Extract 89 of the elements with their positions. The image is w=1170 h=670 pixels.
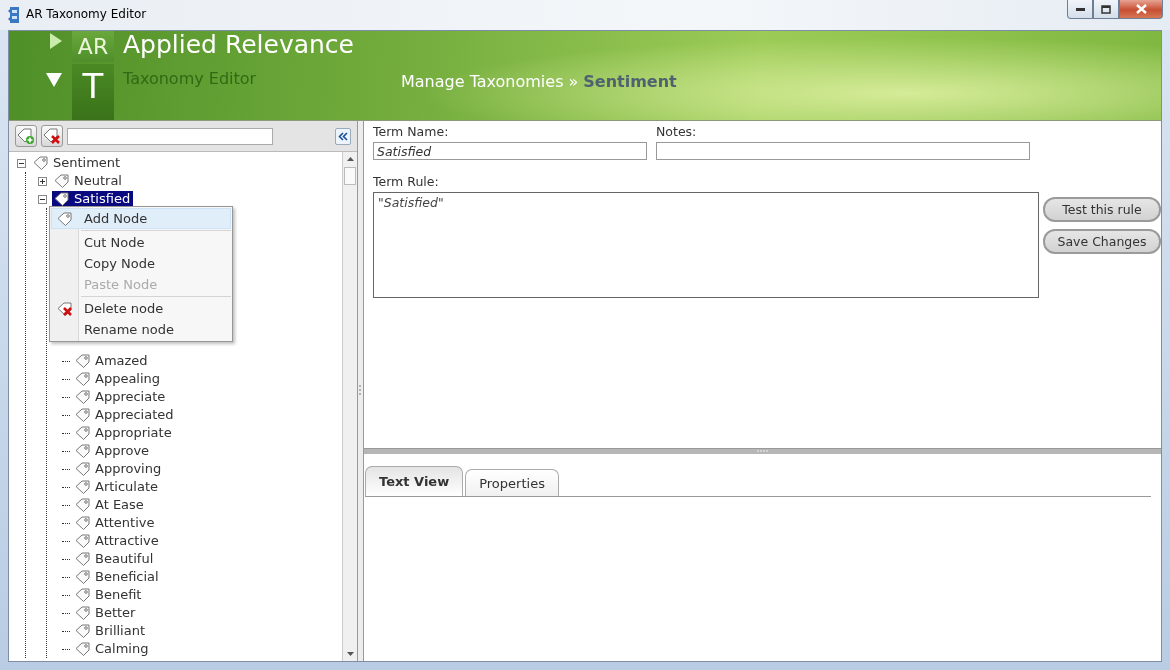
tag-icon [75, 390, 91, 404]
scroll-down-icon [346, 652, 354, 656]
scroll-up-icon [346, 157, 354, 161]
close-icon [1135, 4, 1147, 14]
menu-item[interactable]: Copy Node [51, 253, 231, 274]
collapse-toggle[interactable] [37, 194, 47, 204]
tree-node[interactable]: Sentiment [31, 155, 124, 171]
tab[interactable]: Text View [365, 466, 464, 496]
term-rule-field[interactable]: "Satisfied" [373, 192, 1039, 298]
tag-icon [75, 552, 91, 566]
notes-field[interactable] [656, 142, 1030, 160]
menu-item[interactable]: Delete node [51, 298, 231, 319]
delete-tag-icon [43, 128, 61, 144]
menu-item[interactable]: Cut Node [51, 232, 231, 253]
app-icon [8, 6, 20, 24]
field-label: Term Name: [373, 124, 450, 139]
tree-node[interactable]: Better [73, 605, 139, 621]
tag-icon [75, 642, 91, 656]
play-icon [50, 33, 62, 49]
tag-icon [57, 211, 73, 226]
tree-node[interactable]: Appropriate [73, 425, 175, 441]
field-label: Term Rule: [373, 174, 440, 189]
tag-icon [54, 174, 70, 188]
tab[interactable]: Properties [465, 469, 559, 496]
tag-icon [54, 192, 70, 206]
tag-icon [75, 624, 91, 638]
tree-node[interactable]: Attractive [73, 533, 162, 549]
menu-item[interactable]: Add Node [51, 208, 231, 229]
tree-node[interactable]: Benefit [73, 587, 145, 603]
add-tag-icon [17, 128, 35, 144]
close-button[interactable] [1119, 0, 1163, 19]
tag-icon [75, 408, 91, 422]
action-button[interactable]: Save Changes [1043, 229, 1161, 254]
tag-icon [75, 516, 91, 530]
logo-tile: AR [72, 31, 114, 62]
add-tag-button[interactable] [15, 125, 37, 147]
tag-icon [75, 588, 91, 602]
tag-icon [75, 498, 91, 512]
tag-icon [33, 156, 49, 170]
collapse-panel-button[interactable] [335, 127, 351, 145]
tag-icon [75, 480, 91, 494]
term-name-field[interactable]: Satisfied [373, 142, 647, 160]
tree-node[interactable]: Beneficial [73, 569, 162, 585]
menu-item[interactable]: Rename node [51, 319, 231, 340]
tag-icon [75, 534, 91, 548]
minimize-icon [1075, 7, 1085, 11]
collapse-toggle[interactable] [16, 158, 26, 168]
tree-node[interactable]: Articulate [73, 479, 161, 495]
double-chevron-left-icon [338, 131, 348, 141]
brand-title: Applied Relevance [123, 31, 355, 59]
delete-tag-button[interactable] [41, 125, 63, 147]
breadcrumb-separator: » [568, 72, 579, 91]
grip-icon [756, 450, 769, 453]
tag-icon [75, 606, 91, 620]
delete-tag-icon [57, 301, 73, 316]
tree-node[interactable]: Appealing [73, 371, 164, 387]
tag-icon [75, 426, 91, 440]
tree-node[interactable]: Approving [73, 461, 165, 477]
caret-down-icon [46, 73, 62, 87]
maximize-icon [1101, 4, 1111, 14]
breadcrumb-current: Sentiment [583, 72, 677, 91]
logo-tile: T [72, 63, 114, 120]
grip-icon [359, 385, 362, 397]
scroll-thumb[interactable] [344, 167, 356, 185]
search-field[interactable] [67, 127, 273, 145]
splitter[interactable] [358, 121, 364, 661]
tree-node[interactable]: Satisfied [52, 191, 134, 207]
action-button[interactable]: Test this rule [1043, 197, 1161, 222]
maximize-button[interactable] [1093, 0, 1119, 19]
tag-icon [75, 570, 91, 584]
window-title: AR Taxonomy Editor [26, 7, 148, 21]
tree-node[interactable]: Beautiful [73, 551, 157, 567]
tag-icon [75, 372, 91, 386]
expand-toggle[interactable] [37, 176, 47, 186]
tree-node[interactable]: Appreciated [73, 407, 177, 423]
minimize-button[interactable] [1067, 0, 1093, 19]
tag-icon [75, 354, 91, 368]
scrollbar[interactable] [342, 152, 357, 661]
tree-node[interactable]: Appreciate [73, 389, 169, 405]
tree-node[interactable]: Brilliant [73, 623, 148, 639]
tree-node[interactable]: Amazed [73, 353, 151, 369]
tree-node[interactable]: Approve [73, 443, 153, 459]
tag-icon [75, 444, 91, 458]
tag-icon [75, 462, 91, 476]
tree-node[interactable]: Calming [73, 641, 152, 657]
tree-node[interactable]: Neutral [52, 173, 125, 189]
tree-node[interactable]: At Ease [73, 497, 147, 513]
tree-node[interactable]: Attentive [73, 515, 158, 531]
field-label: Notes: [656, 124, 698, 139]
